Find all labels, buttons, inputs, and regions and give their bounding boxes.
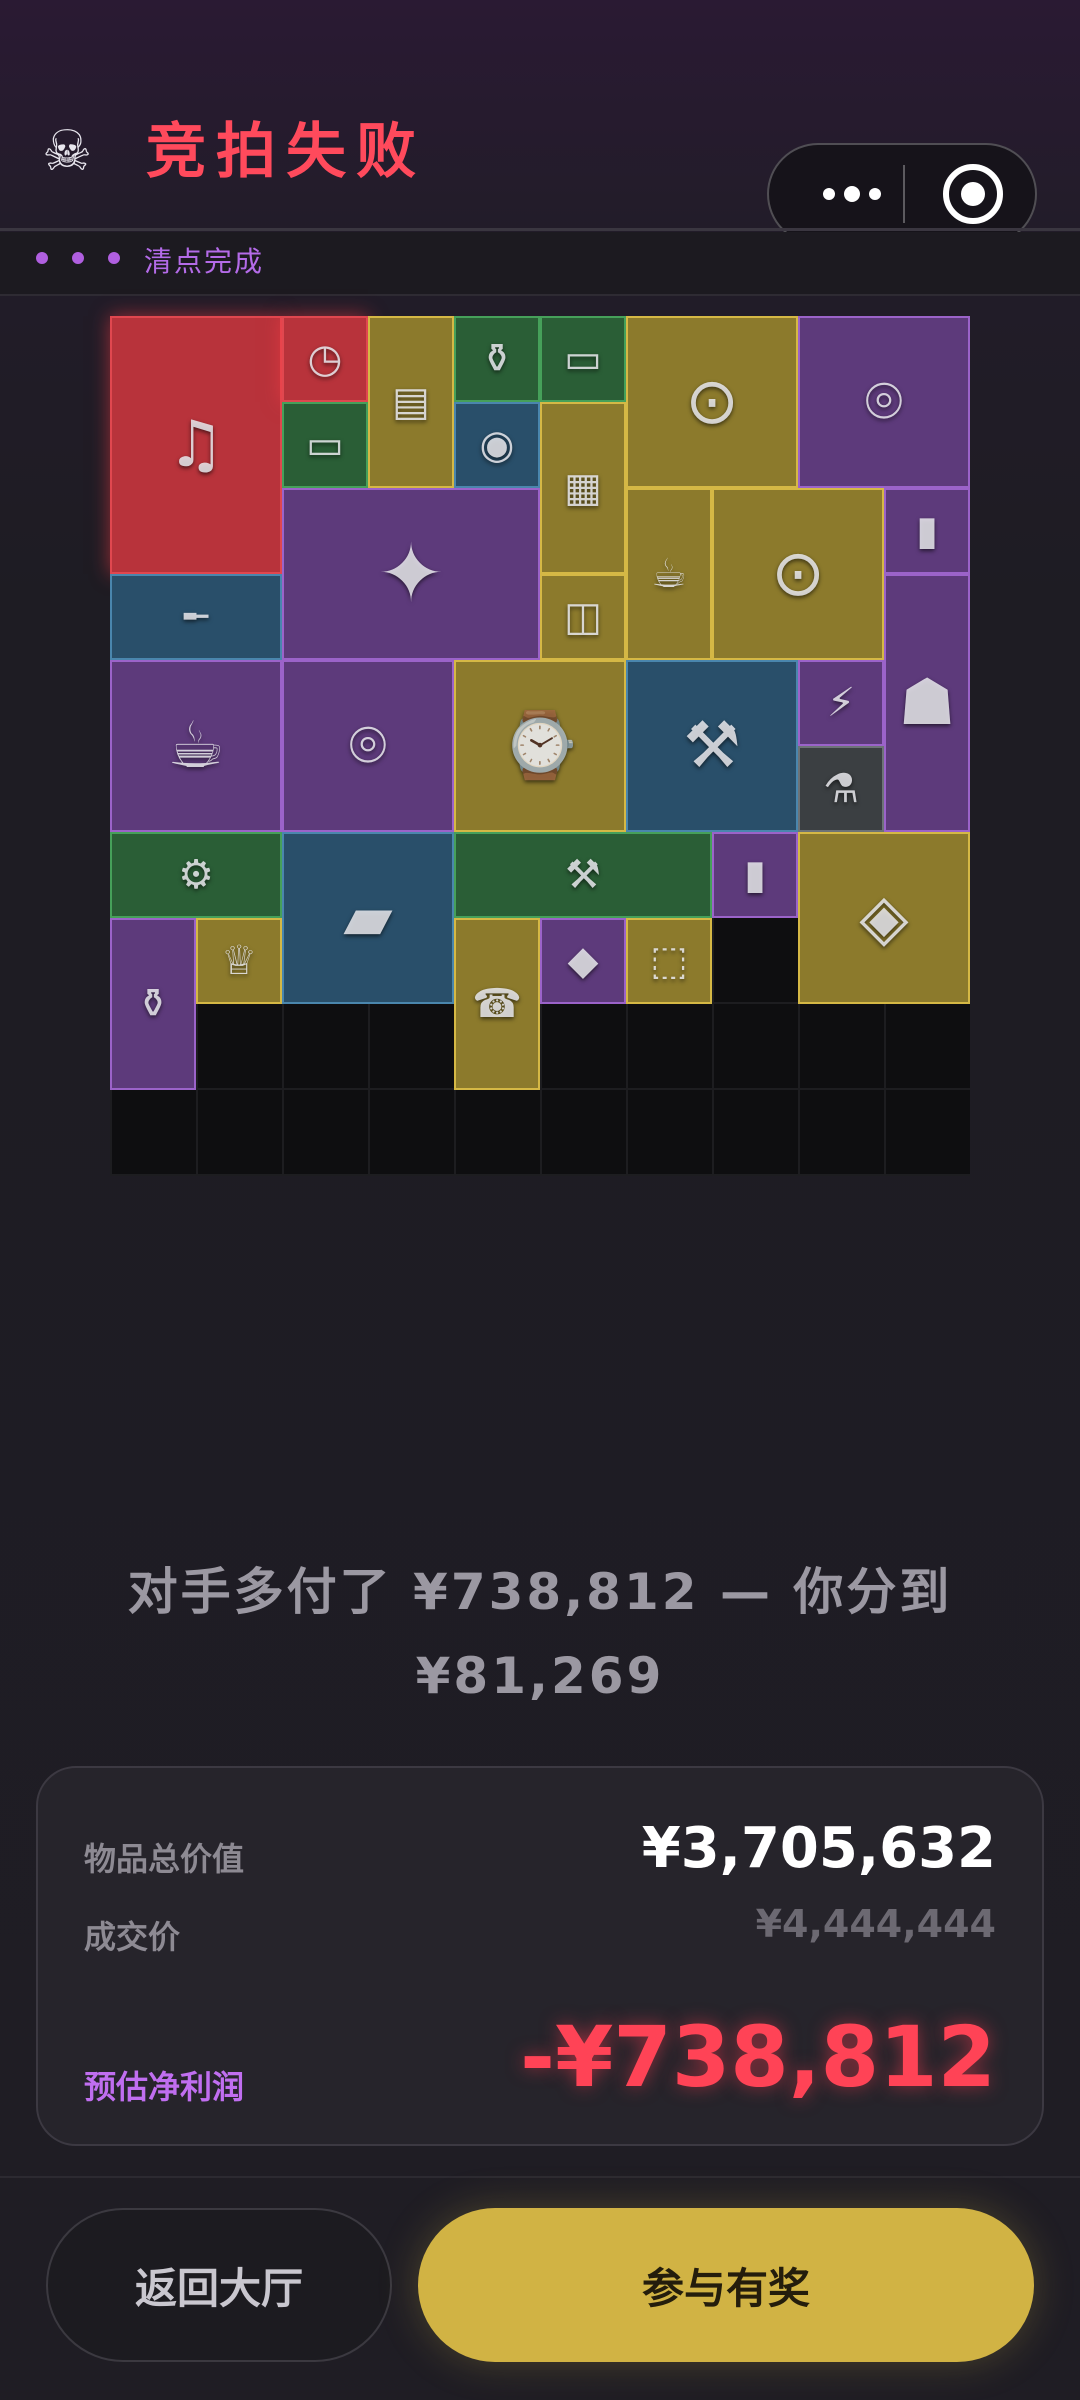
grid-item-night-vision-headset[interactable]: ⊙	[626, 316, 798, 488]
tablet-icon: ▰	[343, 881, 393, 955]
grid-item-electric-drill[interactable]: ⚙	[110, 832, 282, 918]
profit-value: -¥738,812	[520, 2008, 996, 2106]
phone-icon: ☎	[472, 981, 522, 1027]
grid-item-night-vision-headset-2[interactable]: ⊙	[712, 488, 884, 660]
header: ☠ 竞拍失败	[0, 0, 1080, 245]
book-icon: ▤	[392, 379, 430, 425]
grid-item-document[interactable]: ▦	[540, 402, 626, 574]
knife-icon: ✦	[377, 527, 445, 620]
grid-item-tablet[interactable]: ▰	[282, 832, 454, 1004]
grid-item-lantern[interactable]: ☗	[884, 574, 970, 832]
lantern-icon: ☗	[898, 666, 956, 740]
deal-price: ¥4,444,444	[755, 1902, 996, 1946]
pocket-watch-icon: ◷	[307, 336, 343, 382]
capsule-divider	[903, 165, 905, 223]
grid-item-ornament-stone[interactable]: ◆	[540, 918, 626, 1004]
footer-divider	[0, 2176, 1080, 2178]
grid-item-centrifuge[interactable]: ⌾	[798, 316, 970, 488]
drill-icon: ⚙	[178, 852, 214, 898]
page-title: 竞拍失败	[146, 117, 426, 187]
grid-item-snack-bar[interactable]: ▮	[884, 488, 970, 574]
deal-price-label: 成交价	[84, 1918, 181, 1956]
snack-bar-icon: ▮	[743, 852, 766, 898]
grid-item-medicine-bottle[interactable]: ⚱	[454, 316, 540, 402]
grid-item-book[interactable]: ▤	[368, 316, 454, 488]
grid-item-satellite-dish[interactable]: ◈	[798, 832, 970, 1004]
grid-item-cube-device[interactable]: ⬚	[626, 918, 712, 1004]
grid-item-antique-clock[interactable]: ⌚	[454, 660, 626, 832]
snack-bar-icon: ▮	[915, 508, 938, 554]
coffee-machine-icon: ☕	[167, 709, 225, 783]
inventory-grid: ♫ ◷ ▤ ⚱ ▭ ⊙ ⌾ ▭ ◉ ▦ ✦ ☕ ⊙ ▮ ╾ ◫ ☗ ☕ ⌾ ⌚ …	[110, 316, 970, 1176]
grid-item-power-strip-2[interactable]: ▭	[282, 402, 368, 488]
grid-item-security-camera[interactable]: ◉	[454, 402, 540, 488]
status-text: 清点完成	[144, 245, 265, 278]
headset-icon: ⊙	[771, 537, 825, 611]
cylinder-icon: ◫	[564, 594, 602, 640]
grid-item-sprayer[interactable]: ⚗	[798, 746, 884, 832]
grid-item-rotary-hammer[interactable]: ⚒	[626, 660, 798, 832]
status-row: 清点完成	[0, 232, 1080, 296]
hammer-drill-icon: ⚒	[683, 709, 741, 783]
profit-label: 预估净利润	[84, 2068, 245, 2106]
status-dots-icon	[36, 252, 120, 264]
skull-icon: ☠	[42, 119, 93, 184]
cube-icon: ⬚	[650, 938, 688, 984]
sprayer-icon: ⚗	[823, 766, 859, 812]
grid-item-centrifuge-2[interactable]: ⌾	[282, 660, 454, 832]
total-value-label: 物品总价值	[84, 1840, 245, 1878]
satellite-dish-icon: ◈	[859, 881, 909, 955]
coffee-bag-icon: ☕	[651, 551, 687, 597]
grid-item-flashlight[interactable]: ⚡	[798, 660, 884, 746]
grid-item-golden-teapot[interactable]: ⚱	[110, 918, 196, 1090]
rifle-icon: ╾	[183, 594, 209, 640]
power-strip-icon: ▭	[306, 422, 344, 468]
ornament-icon: ◆	[567, 938, 599, 984]
clock-icon: ⌚	[500, 709, 580, 783]
grid-item-sledgehammer[interactable]: ⚒	[454, 832, 712, 918]
status-divider	[0, 294, 1080, 296]
close-target-icon[interactable]	[943, 164, 1003, 224]
grid-item-snack-bar-2[interactable]: ▮	[712, 832, 798, 918]
document-icon: ▦	[564, 465, 602, 511]
flashlight-icon: ⚡	[826, 680, 856, 726]
centrifuge-icon: ⌾	[864, 365, 904, 439]
grid-item-cylinder[interactable]: ◫	[540, 574, 626, 660]
teapot-icon: ⚱	[136, 981, 170, 1027]
grid-item-coffee-machine[interactable]: ☕	[110, 660, 282, 832]
headset-icon: ⊙	[685, 365, 739, 439]
goblet-icon: ♕	[221, 938, 257, 984]
gramophone-icon: ♫	[167, 408, 225, 482]
sledgehammer-icon: ⚒	[565, 852, 601, 898]
grid-item-coffee-beans[interactable]: ☕	[626, 488, 712, 660]
grid-item-assault-rifle[interactable]: ╾	[110, 574, 282, 660]
grid-item-golden-goblet[interactable]: ♕	[196, 918, 282, 1004]
grid-item-pocket-watch[interactable]: ◷	[282, 316, 368, 402]
grid-item-gramophone[interactable]: ♫	[110, 316, 282, 574]
header-divider	[0, 228, 1080, 231]
total-value: ¥3,705,632	[641, 1816, 996, 1881]
auction-result-page: ☠ 竞拍失败 清点完成 ♫ ◷ ▤ ⚱ ▭ ⊙ ⌾ ▭ ◉ ▦ ✦ ☕ ⊙ ▮ …	[0, 0, 1080, 2400]
centrifuge-icon: ⌾	[348, 709, 388, 783]
result-message: 对手多付了 ¥738,812 — 你分到 ¥81,269	[127, 1563, 953, 1705]
power-strip-icon: ▭	[564, 336, 602, 382]
summary-card: 物品总价值 ¥3,705,632 成交价 ¥4,444,444 预估净利润 -¥…	[36, 1766, 1044, 2146]
grid-item-power-strip[interactable]: ▭	[540, 316, 626, 402]
grid-item-combat-knife[interactable]: ✦	[282, 488, 540, 660]
grid-item-satellite-phone[interactable]: ☎	[454, 918, 540, 1090]
medicine-bottle-icon: ⚱	[480, 336, 514, 382]
back-to-lobby-button[interactable]: 返回大厅	[46, 2208, 392, 2362]
join-reward-button[interactable]: 参与有奖	[418, 2208, 1034, 2362]
camera-icon: ◉	[479, 422, 515, 468]
